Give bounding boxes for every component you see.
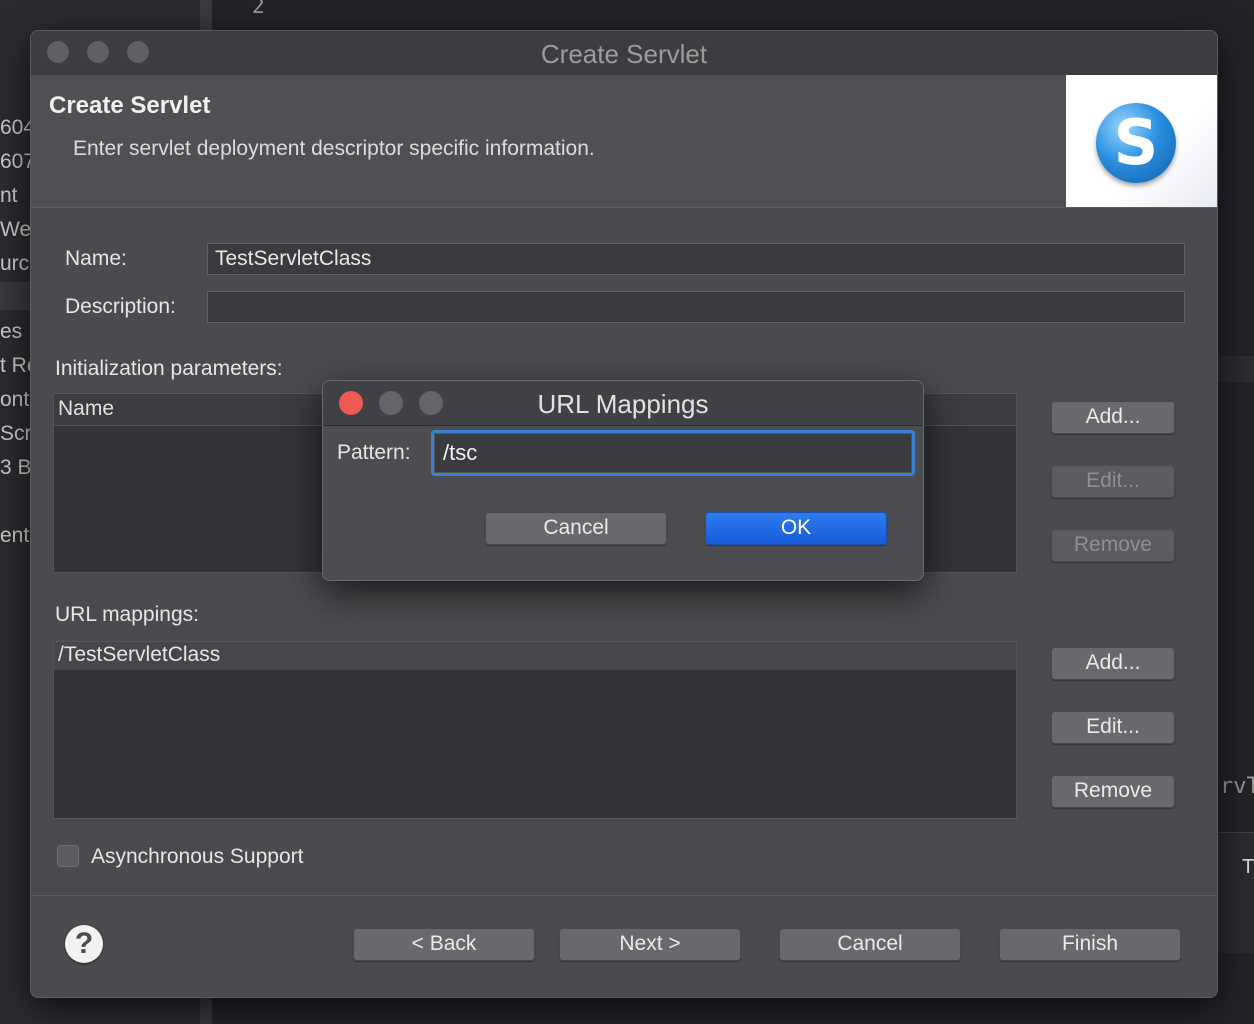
pattern-label: Pattern: [337,441,411,464]
url-cancel-button[interactable]: Cancel [485,512,667,545]
explorer-item: nt [0,184,18,207]
remove-url-mapping-button[interactable]: Remove [1051,775,1175,808]
description-label: Description: [65,295,176,318]
page-description: Enter servlet deployment descriptor spec… [73,137,595,160]
edit-init-param-button[interactable]: Edit... [1051,465,1175,498]
init-params-label: Initialization parameters: [55,357,283,380]
explorer-item: urc [0,252,30,275]
servlet-logo-icon: S [1096,103,1176,183]
url-mappings-list[interactable]: /TestServletClass [53,641,1017,819]
explorer-item: es [0,320,23,343]
back-button[interactable]: < Back [353,928,535,961]
add-url-mapping-button[interactable]: Add... [1051,647,1175,680]
finish-button[interactable]: Finish [999,928,1181,961]
explorer-selected-row [0,282,30,310]
cancel-button[interactable]: Cancel [779,928,961,961]
description-field[interactable] [207,291,1185,323]
wizard-banner: S [1066,75,1217,207]
edit-url-mapping-button[interactable]: Edit... [1051,711,1175,744]
url-mappings-dialog: URL Mappings Pattern: Cancel OK [322,380,924,581]
add-init-param-button[interactable]: Add... [1051,401,1175,434]
panel-tab-fragment: T [1242,856,1254,878]
editor-text-fragment: rvT [1220,774,1254,799]
async-support-label[interactable]: Asynchronous Support [91,845,303,869]
name-field[interactable]: TestServletClass [207,243,1185,275]
url-dialog-title: URL Mappings [537,389,709,419]
name-label: Name: [65,247,127,270]
page-title: Create Servlet [49,92,211,119]
editor-line-number: 2 [252,0,265,18]
next-button[interactable]: Next > [559,928,741,961]
window-title: Create Servlet [540,39,708,69]
explorer-item: ent [0,524,30,547]
url-mappings-label: URL mappings: [55,603,199,626]
wizard-header: Create Servlet Enter servlet deployment … [31,75,1217,208]
list-item[interactable]: /TestServletClass [54,642,1016,670]
ide-bottom-panel [1216,832,1254,953]
remove-init-param-button[interactable]: Remove [1051,529,1175,562]
explorer-item: 3 B [0,456,32,479]
dialog-titlebar[interactable]: Create Servlet [31,31,1217,76]
editor-highlight-strip [1216,356,1254,382]
pattern-input[interactable] [434,433,912,473]
url-ok-button[interactable]: OK [705,512,887,545]
footer-divider [31,895,1217,896]
help-icon[interactable]: ? [65,925,103,963]
url-dialog-titlebar[interactable]: URL Mappings [323,381,923,426]
pattern-input-focus-ring [431,430,915,476]
async-support-checkbox[interactable] [57,845,79,867]
